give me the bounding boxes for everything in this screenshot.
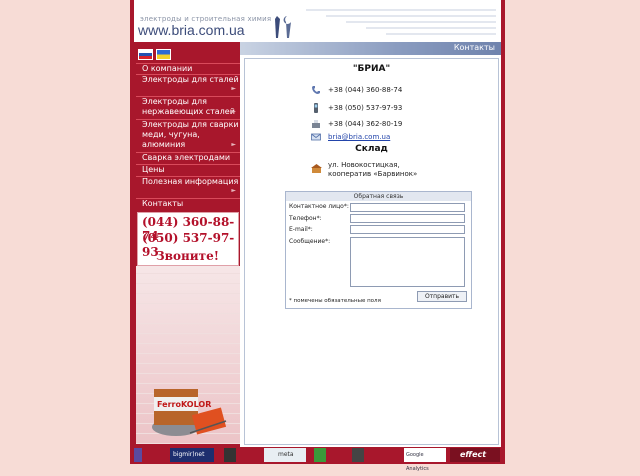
mobile-phone-icon xyxy=(314,103,318,113)
phone-promo-banner: (044) 360-88-74 (050) 537-97-93 Звоните! xyxy=(137,212,239,266)
ferrokolor-product-image: FerroKOLOR xyxy=(152,389,227,436)
meta-counter[interactable]: meta xyxy=(264,448,306,462)
nav-item-label: Электроды для сталей xyxy=(142,75,239,84)
ukrainian-flag-icon[interactable] xyxy=(156,49,171,60)
nav-item-label: Полезная информация xyxy=(142,177,239,186)
page-title-bar: Контакты xyxy=(240,42,501,55)
counter-label: Google Analytics xyxy=(406,452,429,472)
contact-person-label: Контактное лицо*: xyxy=(289,203,349,210)
counter-label: bigmir)net xyxy=(173,451,205,458)
arrow-icon: ► xyxy=(231,141,236,148)
counter-badge[interactable] xyxy=(224,448,236,462)
site-logo-link[interactable]: www.bria.com.ua xyxy=(138,22,245,38)
phone-icon xyxy=(312,86,320,94)
submit-button[interactable]: Отправить xyxy=(417,291,467,302)
company-name: "БРИА" xyxy=(352,64,391,74)
arrow-icon: ► xyxy=(231,108,236,115)
nav-item-label: О компании xyxy=(142,64,193,73)
nav-item-label: Сварка электродами xyxy=(142,153,231,162)
nav-item-label: Контакты xyxy=(142,199,184,208)
contact-text: +38 (044) 360-88-74 xyxy=(328,86,403,94)
effect-logo[interactable]: effect xyxy=(450,448,500,462)
contact-person-input[interactable] xyxy=(350,203,465,212)
feedback-form: Обратная связь Контактное лицо*: Телефон… xyxy=(285,191,472,309)
nav-item-stainless-electrodes[interactable]: Электроды для нержавеющих сталей ► xyxy=(136,96,240,119)
product-brand-label: FerroKOLOR xyxy=(157,400,211,409)
fax-icon xyxy=(312,120,320,128)
address-text: ул. Новокостицкая, кооператив «Барвинок» xyxy=(328,161,418,178)
email-label: E-mail*: xyxy=(289,226,313,233)
warehouse-icon xyxy=(311,164,322,173)
bigmir-counter[interactable]: bigmir)net xyxy=(170,448,214,462)
nav-item-contacts[interactable]: Контакты xyxy=(136,198,240,210)
counter-badge[interactable] xyxy=(314,448,326,462)
nav-item-welding[interactable]: Сварка электродами xyxy=(136,152,240,164)
warehouse-title: Склад xyxy=(355,144,388,154)
arrow-icon: ► xyxy=(231,85,236,92)
page-title: Контакты xyxy=(453,43,495,52)
phone-label: Телефон*: xyxy=(289,215,322,222)
russian-flag-icon[interactable] xyxy=(138,49,153,60)
email-input[interactable] xyxy=(350,225,465,234)
counter-badge[interactable] xyxy=(352,448,364,462)
language-bar xyxy=(134,42,240,61)
main-content: "БРИА" +38 (044) 360-88-74 +38 (050) 537… xyxy=(244,58,499,445)
counter-bar: bigmir)net meta Google Analytics effect xyxy=(130,447,505,472)
promo-call-text: Звоните! xyxy=(156,249,220,263)
sidebar: О компании Электроды для сталей ► Электро… xyxy=(134,61,240,447)
required-fields-note: * помечены обязательные поля xyxy=(289,298,381,304)
nav-item-copper-electrodes[interactable]: Электроды для сварки меди, чугуна, алюми… xyxy=(136,119,240,152)
contact-text: +38 (044) 362-80-19 xyxy=(328,120,403,128)
nav-item-label: Цены xyxy=(142,165,165,174)
google-analytics-badge[interactable]: Google Analytics xyxy=(404,448,446,472)
counter-badge[interactable] xyxy=(134,448,142,462)
page-frame: электроды и строительная химия www.bria.… xyxy=(130,0,505,464)
nav-item-label: Электроды для нержавеющих сталей xyxy=(142,97,235,116)
phone-input[interactable] xyxy=(350,214,465,223)
nav-item-steel-electrodes[interactable]: Электроды для сталей ► xyxy=(136,74,240,96)
nav-item-about[interactable]: О компании xyxy=(136,63,240,74)
message-label: Сообщение*: xyxy=(289,238,331,245)
nav-item-prices[interactable]: Цены xyxy=(136,164,240,176)
contact-text: +38 (050) 537-97-93 xyxy=(328,104,403,112)
email-icon xyxy=(311,133,321,141)
form-title: Обратная связь xyxy=(286,192,471,201)
counter-label: meta xyxy=(278,451,294,458)
arrow-icon: ► xyxy=(231,187,236,194)
email-link[interactable]: bria@bria.com.ua xyxy=(328,133,390,141)
header-decoration xyxy=(306,9,496,35)
page-content: электроды и строительная химия www.bria.… xyxy=(134,0,501,447)
site-header: электроды и строительная химия www.bria.… xyxy=(134,0,501,42)
message-textarea[interactable] xyxy=(350,237,465,287)
counter-label: effect xyxy=(460,450,487,459)
tools-icon xyxy=(275,16,291,38)
nav-item-label: Электроды для сварки меди, чугуна, алюми… xyxy=(142,120,239,149)
nav-item-useful-info[interactable]: Полезная информация ► xyxy=(136,176,240,198)
